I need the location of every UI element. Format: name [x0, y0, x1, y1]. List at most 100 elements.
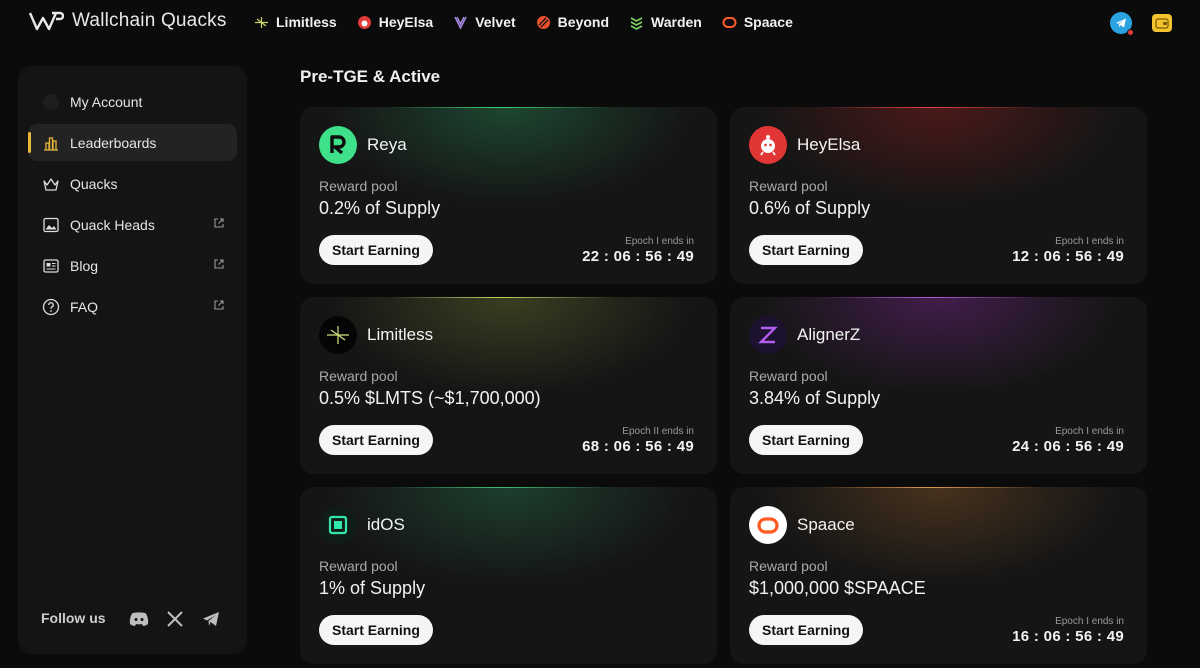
nav-link-label: Velvet: [475, 14, 516, 30]
x-icon[interactable]: [165, 610, 185, 628]
start-earning-button[interactable]: Start Earning: [749, 425, 863, 455]
reward-pool-label: Reward pool: [749, 558, 828, 574]
start-earning-button[interactable]: Start Earning: [319, 425, 433, 455]
campaign-card-heyelsa[interactable]: HeyElsa Reward pool 0.6% of Supply Start…: [730, 107, 1147, 284]
reya-logo-icon: [319, 126, 357, 164]
discord-icon[interactable]: [129, 610, 149, 628]
card-top-accent: [820, 297, 1040, 298]
bar-chart-icon: [42, 134, 60, 152]
newspaper-icon: [42, 257, 60, 275]
card-title: Limitless: [367, 325, 434, 344]
card-header: Reya: [319, 126, 407, 164]
start-earning-button[interactable]: Start Earning: [749, 235, 863, 265]
idos-logo-icon: [319, 506, 357, 544]
reward-pool-label: Reward pool: [749, 368, 828, 384]
campaign-card-idos[interactable]: idOS Reward pool 1% of Supply Start Earn…: [300, 487, 717, 664]
epoch-label: Epoch I ends in: [1055, 616, 1124, 627]
reward-pool-value: 0.6% of Supply: [749, 198, 871, 218]
start-earning-button[interactable]: Start Earning: [319, 615, 433, 645]
notification-dot: [1127, 29, 1134, 36]
sidebar-item-label: Quacks: [70, 175, 118, 192]
reward-pool-label: Reward pool: [319, 368, 398, 384]
reward-pool-label: Reward pool: [749, 178, 828, 194]
nav-link-beyond[interactable]: Beyond: [536, 14, 609, 30]
external-link-icon: [214, 300, 224, 310]
nav-link-label: Beyond: [557, 14, 610, 30]
follow-us-label: Follow us: [41, 610, 106, 626]
reward-pool-value: $1,000,000 $SPAACE: [749, 578, 926, 598]
warden-icon: [629, 15, 644, 30]
spaace-icon: [722, 15, 737, 30]
top-navbar: Wallchain Quacks Limitless HeyElsa Velve…: [0, 0, 1200, 46]
card-title: Reya: [367, 135, 407, 154]
image-icon: [42, 216, 60, 234]
sidebar: My Account Leaderboards Quacks Quack Hea…: [18, 66, 247, 654]
sidebar-item-blog[interactable]: Blog: [28, 247, 237, 284]
external-link-icon: [214, 259, 224, 269]
question-icon: [42, 298, 60, 316]
card-top-accent: [390, 107, 610, 108]
limitless-logo-icon: [319, 316, 357, 354]
app-logo[interactable]: Wallchain Quacks: [28, 10, 227, 32]
reward-pool-value: 1% of Supply: [319, 578, 426, 598]
card-title: HeyElsa: [797, 135, 861, 154]
nav-link-label: Limitless: [276, 14, 337, 30]
epoch-label: Epoch II ends in: [622, 426, 694, 437]
reward-pool-value: 0.2% of Supply: [319, 198, 441, 218]
sidebar-item-label: My Account: [70, 93, 143, 110]
epoch-countdown: 12 : 06 : 56 : 49: [1012, 248, 1124, 265]
reward-pool-value: 0.5% $LMTS (~$1,700,000): [319, 388, 541, 408]
sidebar-item-label: Leaderboards: [70, 134, 157, 151]
basket-icon: [42, 175, 60, 193]
nav-link-velvet[interactable]: Velvet: [453, 14, 516, 30]
nav-link-limitless[interactable]: Limitless: [254, 14, 337, 30]
sidebar-item-quack-heads[interactable]: Quack Heads: [28, 206, 237, 243]
wallet-icon[interactable]: [1152, 14, 1172, 32]
section-title: Pre-TGE & Active: [300, 67, 441, 86]
epoch-countdown: 24 : 06 : 56 : 49: [1012, 438, 1124, 455]
partner-nav: Limitless HeyElsa Velvet Beyond Warden S…: [254, 14, 793, 30]
campaign-card-alignerz[interactable]: AlignerZ Reward pool 3.84% of Supply Sta…: [730, 297, 1147, 474]
sidebar-item-label: Quack Heads: [70, 216, 155, 233]
campaign-card-spaace[interactable]: Spaace Reward pool $1,000,000 $SPAACE St…: [730, 487, 1147, 664]
app-name: Wallchain Quacks: [72, 10, 227, 31]
topbar-actions: [1110, 12, 1172, 36]
epoch-countdown: 68 : 06 : 56 : 49: [582, 438, 694, 455]
sidebar-item-my-account[interactable]: My Account: [28, 83, 237, 120]
alignerz-logo-icon: [749, 316, 787, 354]
card-header: Spaace: [749, 506, 855, 544]
heyelsa-logo-icon: [749, 126, 787, 164]
card-top-accent: [390, 487, 610, 488]
spaace-logo-icon: [749, 506, 787, 544]
campaign-card-limitless[interactable]: Limitless Reward pool 0.5% $LMTS (~$1,70…: [300, 297, 717, 474]
nav-link-heyelsa[interactable]: HeyElsa: [357, 14, 433, 30]
epoch-label: Epoch I ends in: [1055, 236, 1124, 247]
sidebar-item-quacks[interactable]: Quacks: [28, 165, 237, 202]
nav-link-label: Warden: [651, 14, 702, 30]
card-header: idOS: [319, 506, 405, 544]
sidebar-item-label: FAQ: [70, 298, 99, 315]
sidebar-item-faq[interactable]: FAQ: [28, 288, 237, 325]
epoch-label: Epoch I ends in: [1055, 426, 1124, 437]
nav-link-spaace[interactable]: Spaace: [722, 14, 793, 30]
nav-link-warden[interactable]: Warden: [629, 14, 702, 30]
sidebar-item-leaderboards[interactable]: Leaderboards: [28, 124, 237, 161]
start-earning-button[interactable]: Start Earning: [319, 235, 433, 265]
campaign-card-reya[interactable]: Reya Reward pool 0.2% of Supply Start Ea…: [300, 107, 717, 284]
card-title: AlignerZ: [797, 325, 861, 344]
card-top-accent: [820, 487, 1040, 488]
nav-link-label: HeyElsa: [378, 14, 434, 30]
telegram-icon[interactable]: [1110, 12, 1134, 36]
card-header: Limitless: [319, 316, 433, 354]
epoch-countdown: 22 : 06 : 56 : 49: [582, 248, 694, 265]
telegram-icon[interactable]: [201, 610, 221, 628]
card-header: HeyElsa: [749, 126, 860, 164]
sidebar-item-label: Blog: [70, 257, 99, 274]
reward-pool-label: Reward pool: [319, 178, 398, 194]
social-links: [129, 610, 221, 628]
limitless-icon: [254, 15, 269, 30]
reward-pool-value: 3.84% of Supply: [749, 388, 881, 408]
start-earning-button[interactable]: Start Earning: [749, 615, 863, 645]
external-link-icon: [214, 218, 224, 228]
card-title: idOS: [367, 515, 405, 534]
